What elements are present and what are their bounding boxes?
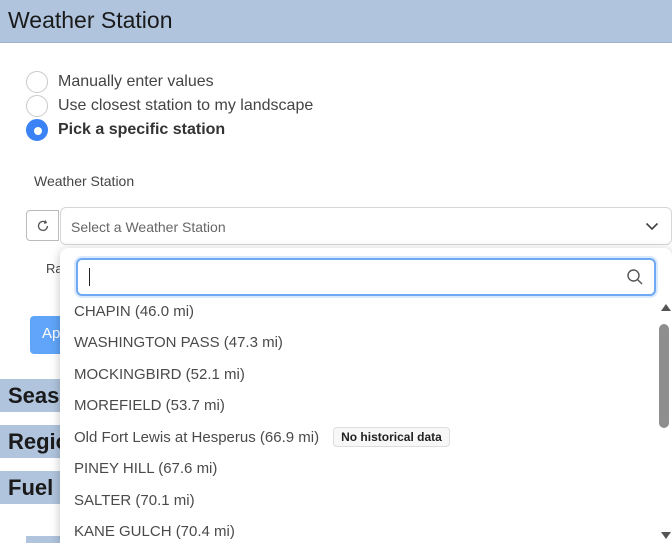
header-bar: Weather Station xyxy=(0,0,672,43)
radio-label: Use closest station to my landscape xyxy=(58,97,314,114)
list-item[interactable]: KANE GULCH (70.4 mi) xyxy=(74,519,235,543)
dropdown-search[interactable] xyxy=(76,258,656,296)
radio-closest-station[interactable]: Use closest station to my landscape xyxy=(26,95,313,117)
radio-specific-station[interactable]: Pick a specific station xyxy=(26,119,225,141)
list-item[interactable]: CHAPIN (46.0 mi) xyxy=(74,300,194,323)
radio-button[interactable] xyxy=(26,95,48,117)
radio-manual-entry[interactable]: Manually enter values xyxy=(26,71,214,93)
scrollbar-thumb[interactable] xyxy=(659,324,669,428)
scrollbar[interactable] xyxy=(656,300,672,543)
page-title: Weather Station xyxy=(8,7,173,33)
refresh-button[interactable] xyxy=(26,210,59,241)
section-season[interactable]: Seaso xyxy=(0,379,73,413)
radio-label: Manually enter values xyxy=(58,73,214,90)
dropdown-options: CHAPIN (46.0 mi) WASHINGTON PASS (47.3 m… xyxy=(60,300,656,543)
partial-element xyxy=(26,536,60,543)
search-icon xyxy=(627,269,643,285)
list-item[interactable]: MOCKINGBIRD (52.1 mi) xyxy=(74,362,245,386)
weather-station-label: Weather Station xyxy=(34,173,135,189)
station-dropdown: CHAPIN (46.0 mi) WASHINGTON PASS (47.3 m… xyxy=(60,248,672,543)
search-input[interactable] xyxy=(86,266,606,288)
scroll-down-arrow-icon[interactable] xyxy=(661,532,671,539)
refresh-icon xyxy=(37,219,48,231)
section-fuel[interactable]: Fuel xyxy=(0,471,60,505)
text-cursor xyxy=(89,268,90,286)
radio-button-selected[interactable] xyxy=(26,119,48,141)
section-region[interactable]: Regio xyxy=(0,425,69,459)
scroll-up-arrow-icon[interactable] xyxy=(661,304,671,311)
list-item[interactable]: Old Fort Lewis at Hesperus (66.9 mi) No … xyxy=(74,425,450,449)
select-placeholder: Select a Weather Station xyxy=(71,219,226,235)
weather-station-select[interactable]: Select a Weather Station xyxy=(60,207,672,245)
list-item[interactable]: PINEY HILL (67.6 mi) xyxy=(74,456,217,480)
radio-label: Pick a specific station xyxy=(58,121,226,138)
chevron-down-icon[interactable] xyxy=(645,220,659,232)
list-item[interactable]: SALTER (70.1 mi) xyxy=(74,488,195,512)
section-title: Fuel xyxy=(8,475,54,500)
list-item[interactable]: WASHINGTON PASS (47.3 mi) xyxy=(74,330,283,354)
list-item[interactable]: MOREFIELD (53.7 mi) xyxy=(74,393,225,417)
radio-button[interactable] xyxy=(26,71,48,93)
status-badge: No historical data xyxy=(333,427,450,447)
